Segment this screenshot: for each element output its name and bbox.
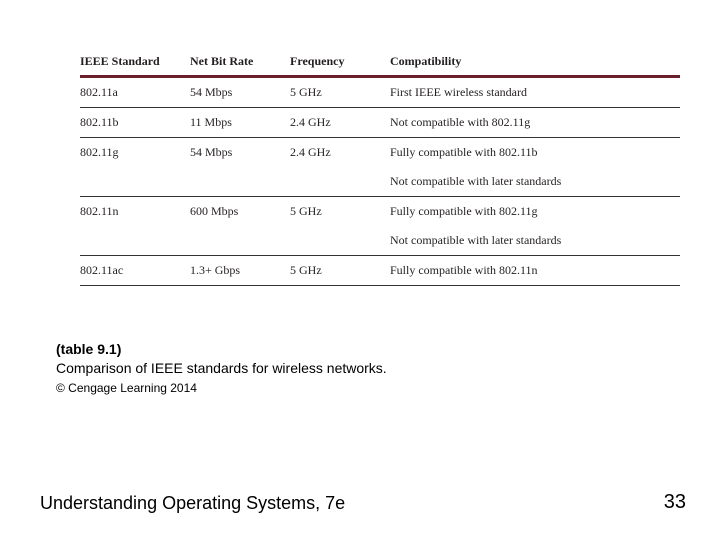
table-row: Not compatible with later standards (80, 226, 680, 256)
table-cell (290, 226, 390, 256)
standards-table: IEEE Standard Net Bit Rate Frequency Com… (80, 48, 680, 286)
table-cell: 802.11g (80, 138, 190, 168)
table-cell: Not compatible with 802.11g (390, 108, 680, 138)
table-cell: 54 Mbps (190, 77, 290, 108)
table-cell: 600 Mbps (190, 197, 290, 227)
table-row: 802.11ac1.3+ Gbps5 GHzFully compatible w… (80, 256, 680, 286)
col-frequency: Frequency (290, 48, 390, 77)
table-header-row: IEEE Standard Net Bit Rate Frequency Com… (80, 48, 680, 77)
table-cell (190, 167, 290, 197)
table-row: 802.11b11 Mbps2.4 GHzNot compatible with… (80, 108, 680, 138)
table-cell: 11 Mbps (190, 108, 290, 138)
table-cell: First IEEE wireless standard (390, 77, 680, 108)
page-number: 33 (664, 491, 686, 514)
table-cell (80, 167, 190, 197)
col-compatibility: Compatibility (390, 48, 680, 77)
table-cell: 5 GHz (290, 256, 390, 286)
table-caption: (table 9.1) Comparison of IEEE standards… (56, 340, 387, 397)
caption-label: (table 9.1) (56, 341, 121, 357)
table-cell: 5 GHz (290, 77, 390, 108)
table-cell: 2.4 GHz (290, 108, 390, 138)
standards-table-container: IEEE Standard Net Bit Rate Frequency Com… (80, 48, 680, 286)
table-cell: Not compatible with later standards (390, 226, 680, 256)
table-body: 802.11a54 Mbps5 GHzFirst IEEE wireless s… (80, 77, 680, 286)
table-row: 802.11a54 Mbps5 GHzFirst IEEE wireless s… (80, 77, 680, 108)
col-ieee-standard: IEEE Standard (80, 48, 190, 77)
table-cell (290, 167, 390, 197)
caption-text: Comparison of IEEE standards for wireles… (56, 360, 387, 376)
table-cell: 802.11ac (80, 256, 190, 286)
table-cell: Fully compatible with 802.11g (390, 197, 680, 227)
table-cell (190, 226, 290, 256)
table-row: Not compatible with later standards (80, 167, 680, 197)
table-cell: 2.4 GHz (290, 138, 390, 168)
table-cell: 54 Mbps (190, 138, 290, 168)
book-title: Understanding Operating Systems, 7e (40, 493, 345, 514)
table-cell: Fully compatible with 802.11b (390, 138, 680, 168)
table-cell: 802.11a (80, 77, 190, 108)
table-row: 802.11n600 Mbps5 GHzFully compatible wit… (80, 197, 680, 227)
table-row: 802.11g54 Mbps2.4 GHzFully compatible wi… (80, 138, 680, 168)
table-cell: Fully compatible with 802.11n (390, 256, 680, 286)
table-cell: 802.11b (80, 108, 190, 138)
col-net-bit-rate: Net Bit Rate (190, 48, 290, 77)
caption-copyright: © Cengage Learning 2014 (56, 381, 197, 395)
table-cell: 1.3+ Gbps (190, 256, 290, 286)
table-cell: 802.11n (80, 197, 190, 227)
table-cell: 5 GHz (290, 197, 390, 227)
table-cell (80, 226, 190, 256)
table-cell: Not compatible with later standards (390, 167, 680, 197)
